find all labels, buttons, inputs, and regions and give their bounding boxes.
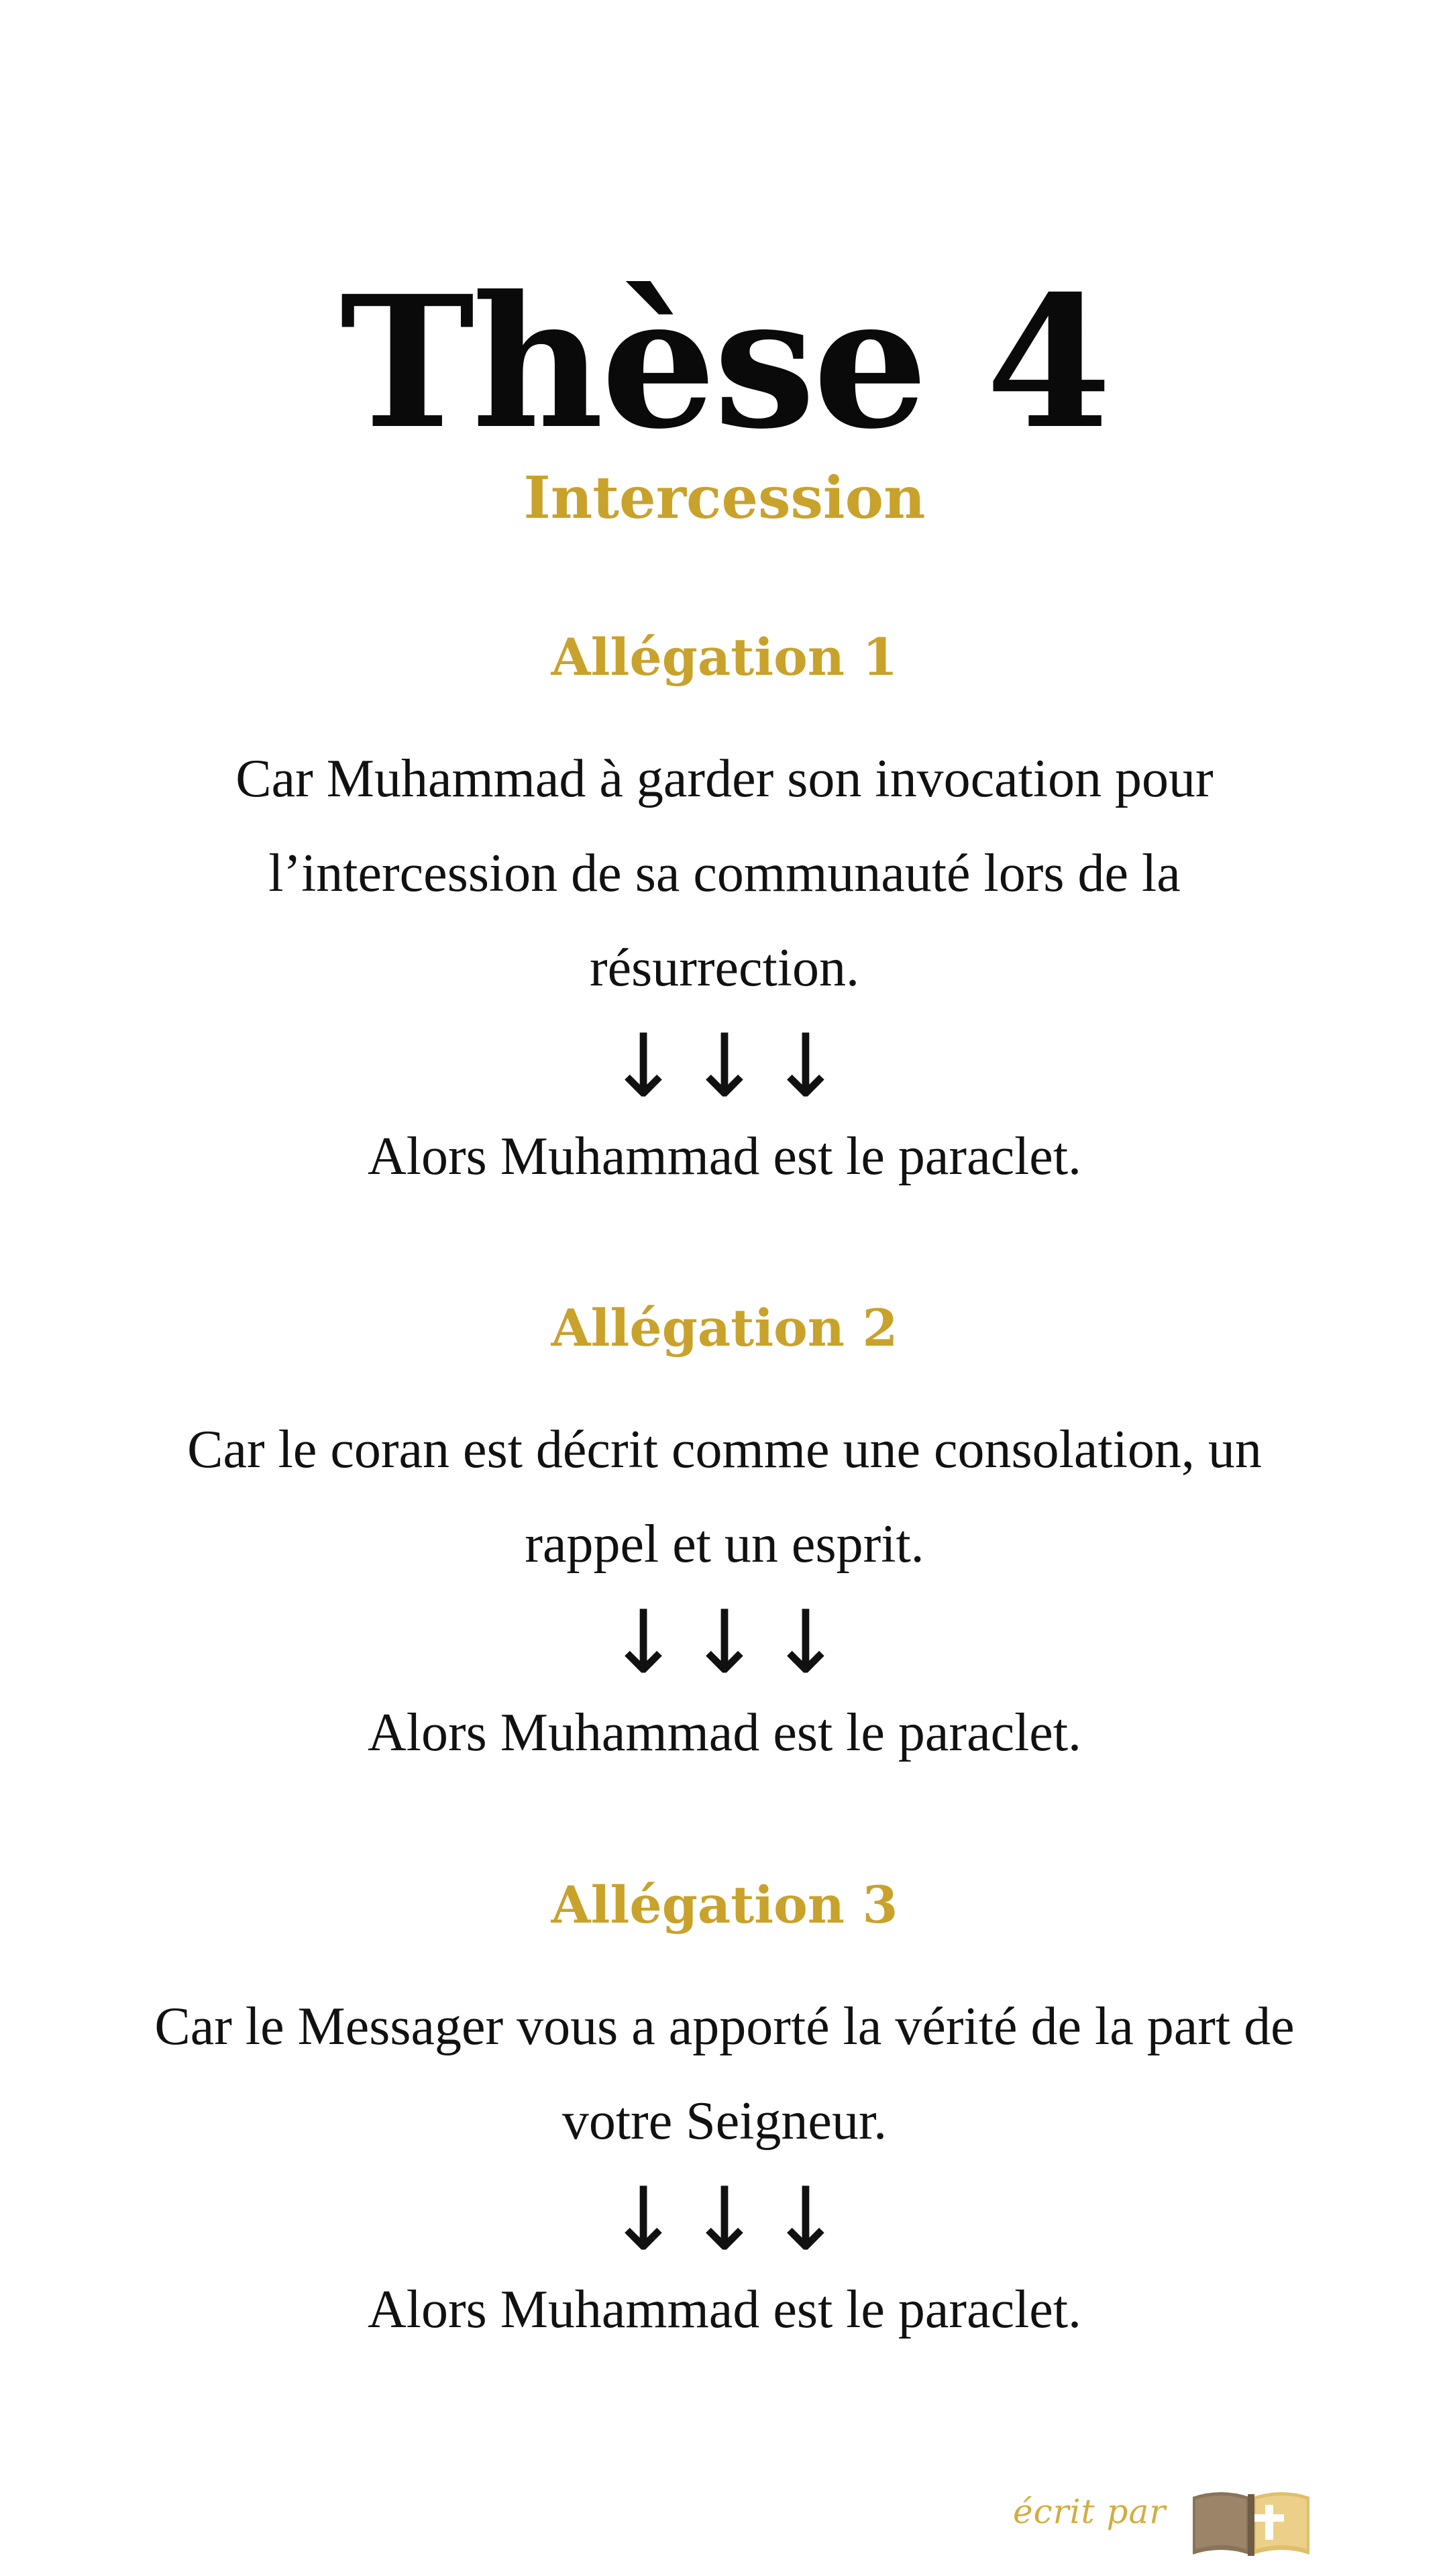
thesis-page: Thèse 4 Intercession Allégation 1 Car Mu… bbox=[0, 0, 1449, 2576]
allegation-heading: Allégation 3 bbox=[551, 1875, 898, 1935]
allegation-section-3: Allégation 3 Car le Messager vous a appo… bbox=[121, 1868, 1328, 2350]
allegation-heading: Allégation 2 bbox=[551, 1298, 898, 1358]
down-arrow-icon: ↓ bbox=[606, 1591, 680, 1693]
down-arrow-icon: ↓ bbox=[606, 2168, 680, 2270]
down-arrow-icon: ↓ bbox=[769, 1015, 843, 1117]
allegation-section-2: Allégation 2 Car le coran est décrit com… bbox=[121, 1291, 1328, 1773]
page-title: Thèse 4 bbox=[339, 256, 1112, 469]
down-arrow-icon: ↓ bbox=[688, 2168, 761, 2270]
allegation-claim: Car le coran est décrit comme une consol… bbox=[187, 1420, 1262, 1574]
down-arrow-icon: ↓ bbox=[769, 2168, 843, 2270]
allegation-claim: Car le Messager vous a apporté la vérité… bbox=[154, 1997, 1295, 2151]
allegation-conclusion: Alors Muhammad est le paraclet. bbox=[367, 1127, 1082, 1186]
allegation-section-1: Allégation 1 Car Muhammad à garder son i… bbox=[121, 621, 1328, 1197]
open-bible-cross-icon bbox=[1193, 2492, 1309, 2556]
allegation-conclusion: Alors Muhammad est le paraclet. bbox=[367, 2280, 1082, 2339]
down-arrow-icon: ↓ bbox=[606, 1015, 680, 1117]
author-label: écrit par bbox=[1013, 2492, 1167, 2531]
allegation-claim: Car Muhammad à garder son invocation pou… bbox=[235, 749, 1214, 998]
page-subtitle: Intercession bbox=[523, 464, 926, 532]
allegation-heading: Allégation 1 bbox=[551, 627, 898, 687]
down-arrow-icon: ↓ bbox=[769, 1591, 843, 1693]
down-arrows: ↓ ↓ ↓ bbox=[121, 1592, 1328, 1693]
down-arrows: ↓ ↓ ↓ bbox=[121, 1016, 1328, 1116]
down-arrow-icon: ↓ bbox=[688, 1015, 761, 1117]
allegation-conclusion: Alors Muhammad est le paraclet. bbox=[367, 1703, 1082, 1762]
down-arrow-icon: ↓ bbox=[688, 1591, 761, 1693]
down-arrows: ↓ ↓ ↓ bbox=[121, 2169, 1328, 2269]
